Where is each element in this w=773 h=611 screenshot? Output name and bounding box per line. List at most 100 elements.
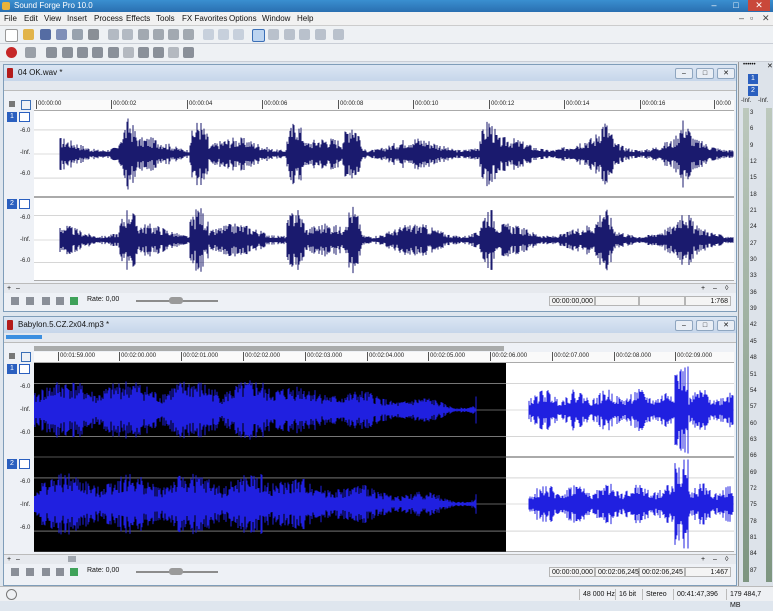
crop-icon[interactable] [183, 29, 194, 40]
zoom-in-icon[interactable]: + [7, 285, 11, 292]
horizontal-scrollbar[interactable]: + – + – ◊ [4, 554, 736, 564]
magnify-tool-icon[interactable] [268, 29, 279, 40]
minimize-icon[interactable]: – [703, 0, 725, 11]
event-tool-icon[interactable] [315, 29, 326, 40]
channel-2-toggle[interactable] [19, 459, 30, 469]
overview-bar[interactable] [4, 81, 736, 91]
edit-tool-icon[interactable] [252, 29, 265, 42]
waveform-area[interactable] [34, 111, 734, 281]
scroll-thumb[interactable] [68, 556, 76, 562]
selection-overview[interactable] [34, 346, 504, 351]
window-minimize-button[interactable]: – [675, 320, 693, 331]
go-end-icon[interactable] [26, 297, 34, 305]
meters-menu-icon[interactable]: •••••• [743, 62, 756, 68]
redo-icon[interactable] [218, 29, 229, 40]
stop-icon[interactable] [42, 297, 50, 305]
menu-process[interactable]: Process [94, 13, 123, 24]
stop-icon[interactable] [42, 568, 50, 576]
status-sample-rate[interactable]: 48 000 Hz [579, 589, 615, 600]
play-icon[interactable] [56, 297, 64, 305]
menu-view[interactable]: View [44, 13, 61, 24]
channel-1-toggle[interactable] [19, 112, 30, 122]
window-maximize-button[interactable]: □ [696, 68, 714, 79]
copy-icon[interactable] [122, 29, 133, 40]
repeat-icon[interactable] [233, 29, 244, 40]
envelope-tool-icon[interactable] [299, 29, 310, 40]
snap-icon[interactable] [21, 352, 31, 362]
play-icon[interactable] [62, 47, 73, 58]
menu-tools[interactable]: Tools [156, 13, 175, 24]
menu-help[interactable]: Help [297, 13, 313, 24]
time-ruler[interactable]: 00:01:59.000 00:02:00.000 00:02:01.000 0… [34, 352, 734, 363]
window-close-button[interactable]: ✕ [717, 68, 735, 79]
mix-icon[interactable] [153, 29, 164, 40]
zoom-out-icon[interactable]: – [16, 556, 20, 563]
vertical-zoom-icon[interactable]: ◊ [725, 556, 728, 563]
menu-window[interactable]: Window [262, 13, 290, 24]
print-icon[interactable] [88, 29, 99, 40]
channel-2-toggle[interactable] [19, 199, 30, 209]
zoom-in-right-icon[interactable]: + [701, 556, 705, 563]
status-channels[interactable]: Stereo [642, 589, 667, 600]
vertical-zoom-icon[interactable]: ◊ [725, 285, 728, 292]
mdi-restore-icon[interactable]: ▫ [750, 13, 753, 23]
menu-insert[interactable]: Insert [67, 13, 87, 24]
channel-1-badge[interactable]: 1 [7, 364, 17, 374]
open-icon[interactable] [23, 29, 34, 40]
paste-icon[interactable] [138, 29, 149, 40]
lock-icon[interactable] [9, 353, 15, 359]
window-minimize-button[interactable]: – [675, 68, 693, 79]
fast-forward-icon[interactable] [153, 47, 164, 58]
maximize-icon[interactable]: □ [725, 0, 747, 11]
pause-icon[interactable] [77, 47, 88, 58]
window-maximize-button[interactable]: □ [696, 320, 714, 331]
loop-icon[interactable] [25, 47, 36, 58]
menu-options[interactable]: Options [229, 13, 257, 24]
waveform-area[interactable] [34, 363, 734, 552]
mdi-minimize-icon[interactable]: – [739, 13, 744, 23]
menu-effects[interactable]: Effects [126, 13, 150, 24]
rewind-icon[interactable] [138, 47, 149, 58]
previous-icon[interactable] [123, 47, 134, 58]
refresh-icon[interactable] [333, 29, 344, 40]
go-start-icon[interactable] [108, 47, 119, 58]
status-bit-depth[interactable]: 16 bit [615, 589, 636, 600]
menu-fx-favorites[interactable]: FX Favorites [182, 13, 227, 24]
cut-icon[interactable] [108, 29, 119, 40]
save-as-icon[interactable] [56, 29, 67, 40]
stop-icon[interactable] [92, 47, 103, 58]
rate-slider-thumb[interactable] [169, 297, 183, 304]
record-icon[interactable] [6, 47, 17, 58]
undo-icon[interactable] [203, 29, 214, 40]
render-icon[interactable] [72, 29, 83, 40]
window-close-button[interactable]: ✕ [717, 320, 735, 331]
channel-1-badge[interactable]: 1 [7, 112, 17, 122]
close-icon[interactable]: ✕ [748, 0, 770, 11]
time-ruler[interactable]: 00:00:00 00:00:02 00:00:04 00:00:06 00:0… [34, 100, 734, 111]
menu-file[interactable]: File [4, 13, 17, 24]
play-all-icon[interactable] [46, 47, 57, 58]
rate-slider-thumb[interactable] [169, 568, 183, 575]
next-icon[interactable] [168, 47, 179, 58]
lock-icon[interactable] [9, 101, 15, 107]
channel-2-badge[interactable]: 2 [7, 199, 17, 209]
plugin-chain-icon[interactable] [70, 568, 78, 576]
zoom-in-icon[interactable]: + [7, 556, 11, 563]
play-icon[interactable] [56, 568, 64, 576]
meters-close-icon[interactable]: ✕ [767, 62, 773, 70]
pencil-tool-icon[interactable] [284, 29, 295, 40]
channel-2-badge[interactable]: 2 [7, 459, 17, 469]
overview-view-indicator[interactable] [6, 335, 42, 339]
snap-icon[interactable] [21, 100, 31, 110]
channel-1-toggle[interactable] [19, 364, 30, 374]
zoom-out-icon[interactable]: – [16, 285, 20, 292]
zoom-out-right-icon[interactable]: – [713, 556, 717, 563]
go-start-icon[interactable] [11, 297, 19, 305]
new-icon[interactable] [5, 29, 18, 42]
go-end-icon[interactable] [183, 47, 194, 58]
overview-bar[interactable] [4, 333, 736, 343]
zoom-in-right-icon[interactable]: + [701, 285, 705, 292]
save-icon[interactable] [40, 29, 51, 40]
go-end-icon[interactable] [26, 568, 34, 576]
menu-edit[interactable]: Edit [24, 13, 38, 24]
